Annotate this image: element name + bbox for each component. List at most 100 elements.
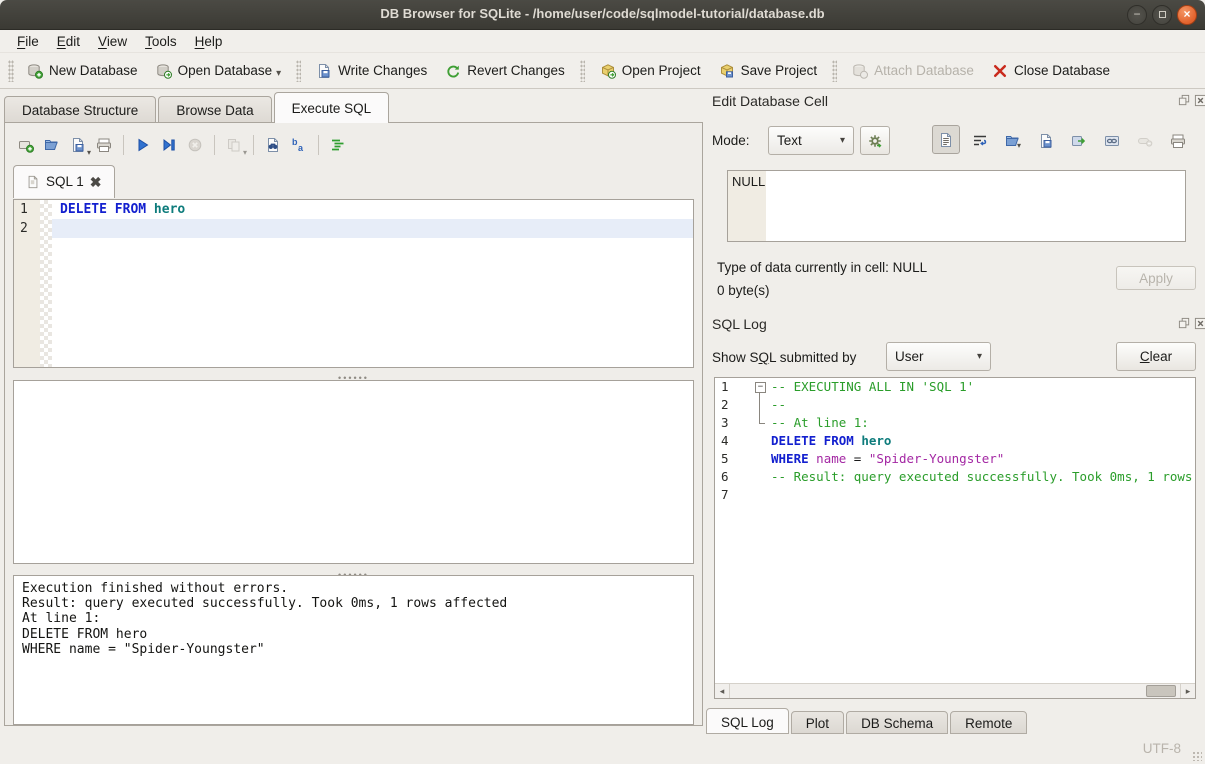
attach-database-button[interactable]: Attach Database [843,58,983,84]
open-external-button[interactable] [1071,131,1087,151]
print-icon [1170,133,1186,149]
maximize-button[interactable] [1152,5,1172,25]
close-sql-tab-icon[interactable]: ✖ [90,176,102,188]
clear-log-button[interactable]: Clear [1116,342,1196,371]
copy-link-button[interactable] [1104,131,1120,151]
database-new-icon [27,63,43,79]
open-database-button[interactable]: Open Database▾ [147,58,291,84]
execute-sql-panel: ▾ ▾ ba SQL 1 ✖ 1DELETE FROM hero2WHERE nam… [4,122,703,726]
format-sql-button[interactable] [325,132,351,158]
new-database-label: New Database [49,63,138,78]
tab-execute-sql[interactable]: Execute SQL [274,92,390,123]
print-cell-button[interactable] [1170,131,1186,151]
write-changes-button[interactable]: Write Changes [307,58,436,84]
new-database-button[interactable]: New Database [18,58,147,84]
scrollbar-track[interactable] [730,684,1180,698]
print-sql-button[interactable] [91,132,117,158]
dropdown-caret-icon[interactable]: ▾ [1017,141,1021,150]
titlebar: DB Browser for SQLite - /home/user/code/… [0,0,1205,30]
fold-marker [753,396,769,414]
revert-changes-button[interactable]: Revert Changes [436,58,574,84]
execution-status-pane: Execution finished without errors.Result… [13,575,694,725]
menu-view[interactable]: View [89,32,136,51]
fold-marker[interactable] [753,378,769,396]
auto-apply-button[interactable] [860,126,890,155]
scrollbar-thumb[interactable] [1146,685,1176,697]
cell-size-info: 0 byte(s) [717,283,770,298]
text-view-button[interactable] [932,125,960,154]
float-panel-icon[interactable] [1178,94,1191,107]
close-panel-icon[interactable] [1194,94,1205,107]
execute-current-line-button[interactable] [156,132,182,158]
attach-database-label: Attach Database [874,63,974,78]
results-pane[interactable] [13,380,694,564]
sql-file-tab-bar: SQL 1 ✖ [13,165,115,198]
database-attach-icon [852,63,868,79]
resize-grip[interactable] [1192,751,1202,761]
word-wrap-button[interactable] [972,131,988,151]
mode-select[interactable]: Text ▾ [768,126,854,155]
chevron-down-icon: ▾ [977,351,982,362]
menu-help[interactable]: Help [186,32,232,51]
find-replace-button[interactable]: ba [286,132,312,158]
menu-edit[interactable]: Edit [48,32,89,51]
new-sql-tab-button[interactable] [13,132,39,158]
sql-file-tab[interactable]: SQL 1 ✖ [13,165,115,198]
apply-button[interactable]: Apply [1116,266,1196,290]
stop-icon [187,137,203,153]
find-button[interactable] [260,132,286,158]
dock-tab-remote[interactable]: Remote [950,711,1027,734]
fold-column [753,486,769,504]
text-view-icon [938,132,954,148]
sql-editor[interactable]: 1DELETE FROM hero2WHERE name = "Spider-Y… [13,199,694,368]
import-data-button[interactable]: ▾ [1005,131,1021,151]
save-sql-file-button[interactable]: ▾ [65,132,91,158]
dock-tab-plot[interactable]: Plot [791,711,844,734]
dropdown-caret-icon[interactable]: ▾ [276,68,281,79]
fold-marker [753,414,769,432]
dock-tab-sql-log[interactable]: SQL Log [706,708,789,734]
export-data-button[interactable] [1038,131,1054,151]
results-status-splitter[interactable]: •••••• [13,566,694,572]
open-project-button[interactable]: Open Project [591,58,710,84]
window-controls: − × [1127,5,1197,25]
save-project-button[interactable]: Save Project [710,58,827,84]
fold-column [753,450,769,468]
code-line-6: 6-- Result: query executed successfully.… [715,468,1195,486]
open-sql-file-button[interactable] [39,132,65,158]
dock-tab-db-schema[interactable]: DB Schema [846,711,948,734]
link-icon [1104,133,1120,149]
format-icon [330,137,346,153]
scroll-right-icon[interactable]: ▸ [1180,684,1195,698]
menu-tools[interactable]: Tools [136,32,186,51]
stop-execution-button[interactable] [182,132,208,158]
maximize-icon [1159,11,1166,18]
execute-all-button[interactable] [130,132,156,158]
execute-all-icon [135,137,151,153]
export-results-button[interactable]: ▾ [221,132,247,158]
project-open-icon [600,63,616,79]
cell-editor[interactable]: NULL [727,170,1186,242]
scroll-left-icon[interactable]: ◂ [715,684,730,698]
revert-changes-icon [445,63,461,79]
tab-database-structure[interactable]: Database Structure [4,96,156,123]
set-null-button[interactable] [1137,131,1153,151]
menu-file[interactable]: File [8,32,48,51]
save-sql-icon [70,137,86,153]
editor-results-splitter[interactable]: •••••• [13,369,694,375]
close-button[interactable]: × [1177,5,1197,25]
find-icon [265,137,281,153]
tab-browse-data[interactable]: Browse Data [158,96,271,123]
close-panel-icon[interactable] [1194,317,1205,330]
log-filter-select[interactable]: User ▾ [886,342,991,371]
dropdown-caret-icon[interactable]: ▾ [243,148,247,157]
sql-log-view[interactable]: ◂ ▸ 1-- EXECUTING ALL IN 'SQL 1'2--3-- A… [714,377,1196,699]
chevron-down-icon: ▾ [840,135,845,146]
edit-cell-panel-title: Edit Database Cell [712,93,828,109]
minimize-button[interactable]: − [1127,5,1147,25]
open-database-label: Open Database [178,63,273,78]
float-panel-icon[interactable] [1178,317,1191,330]
log-horizontal-scrollbar[interactable]: ◂ ▸ [715,683,1195,698]
close-database-button[interactable]: Close Database [983,58,1119,84]
edit-cell-panel-buttons [1178,94,1205,107]
